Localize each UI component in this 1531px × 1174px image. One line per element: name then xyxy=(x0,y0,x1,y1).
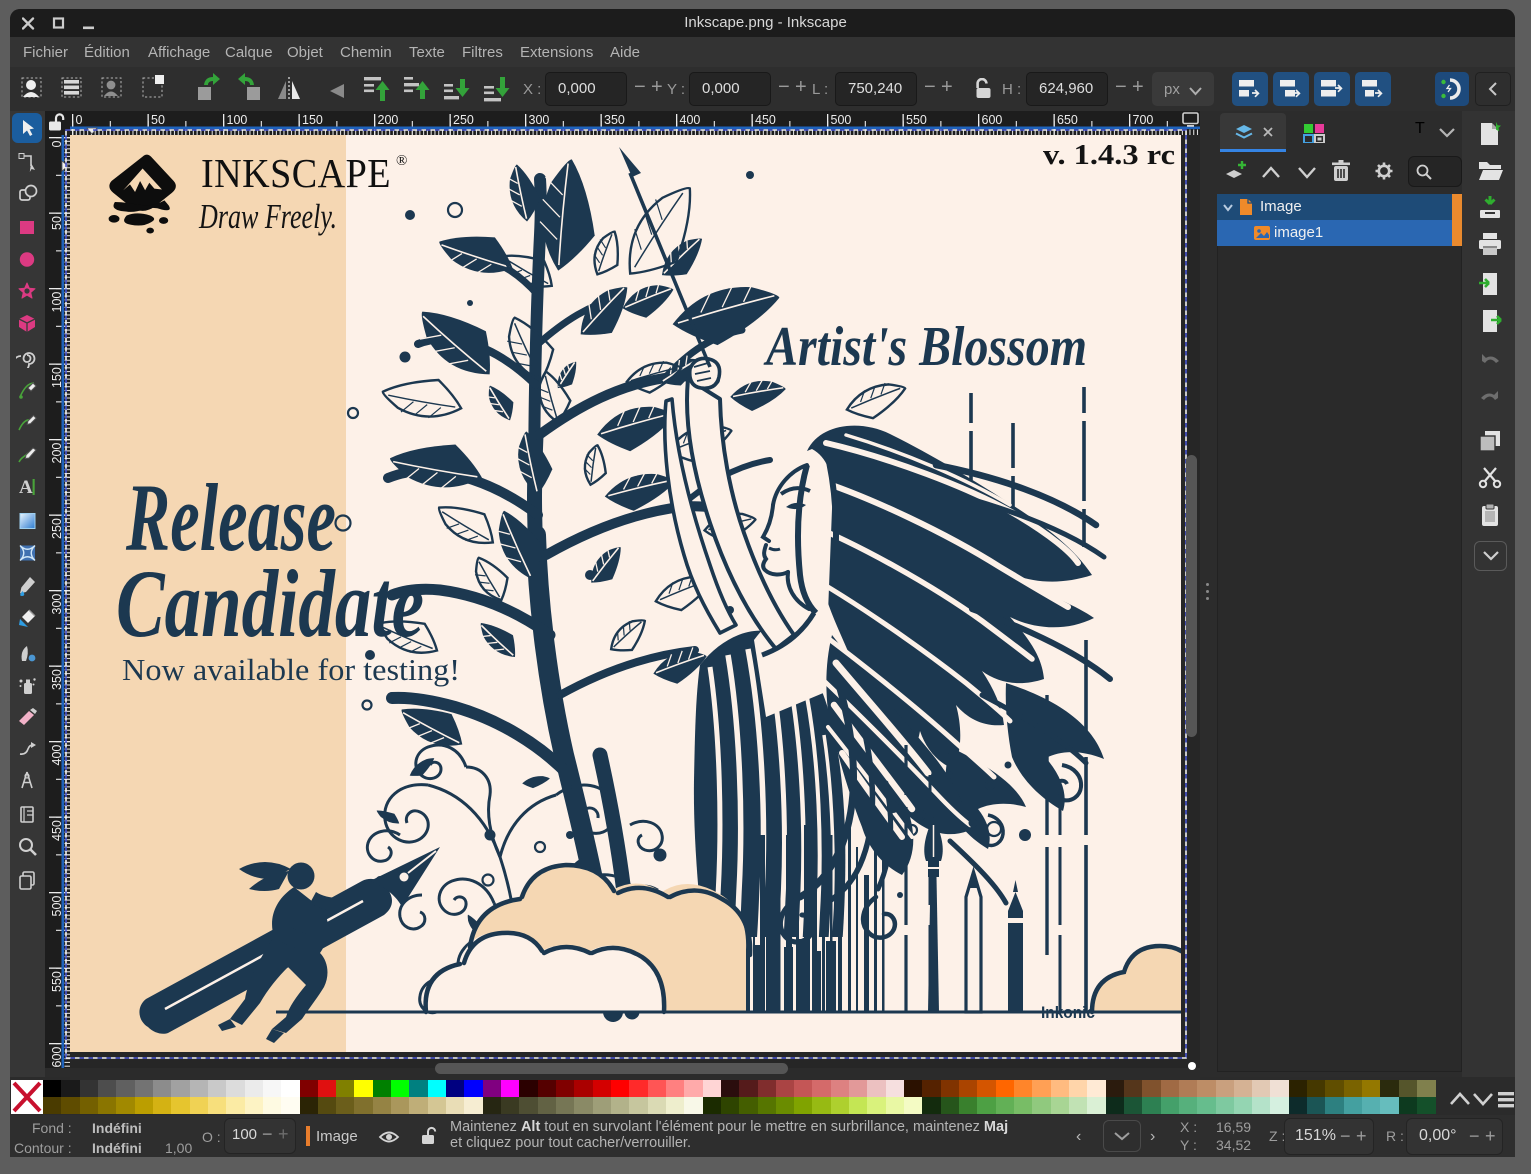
svg-text:50: 50 xyxy=(151,113,165,127)
svg-text:100: 100 xyxy=(227,113,248,127)
svg-text:600: 600 xyxy=(982,113,1003,127)
svg-text:500: 500 xyxy=(831,113,852,127)
svg-text:150: 150 xyxy=(302,113,323,127)
svg-text:550: 550 xyxy=(906,113,927,127)
svg-text:400: 400 xyxy=(680,113,701,127)
svg-text:350: 350 xyxy=(604,113,625,127)
svg-text:250: 250 xyxy=(453,113,474,127)
svg-text:650: 650 xyxy=(1057,113,1078,127)
svg-text:700: 700 xyxy=(1133,113,1154,127)
svg-text:200: 200 xyxy=(378,113,399,127)
svg-text:0: 0 xyxy=(76,113,83,127)
svg-text:A: A xyxy=(19,477,33,498)
svg-text:300: 300 xyxy=(529,113,550,127)
svg-text:450: 450 xyxy=(755,113,776,127)
